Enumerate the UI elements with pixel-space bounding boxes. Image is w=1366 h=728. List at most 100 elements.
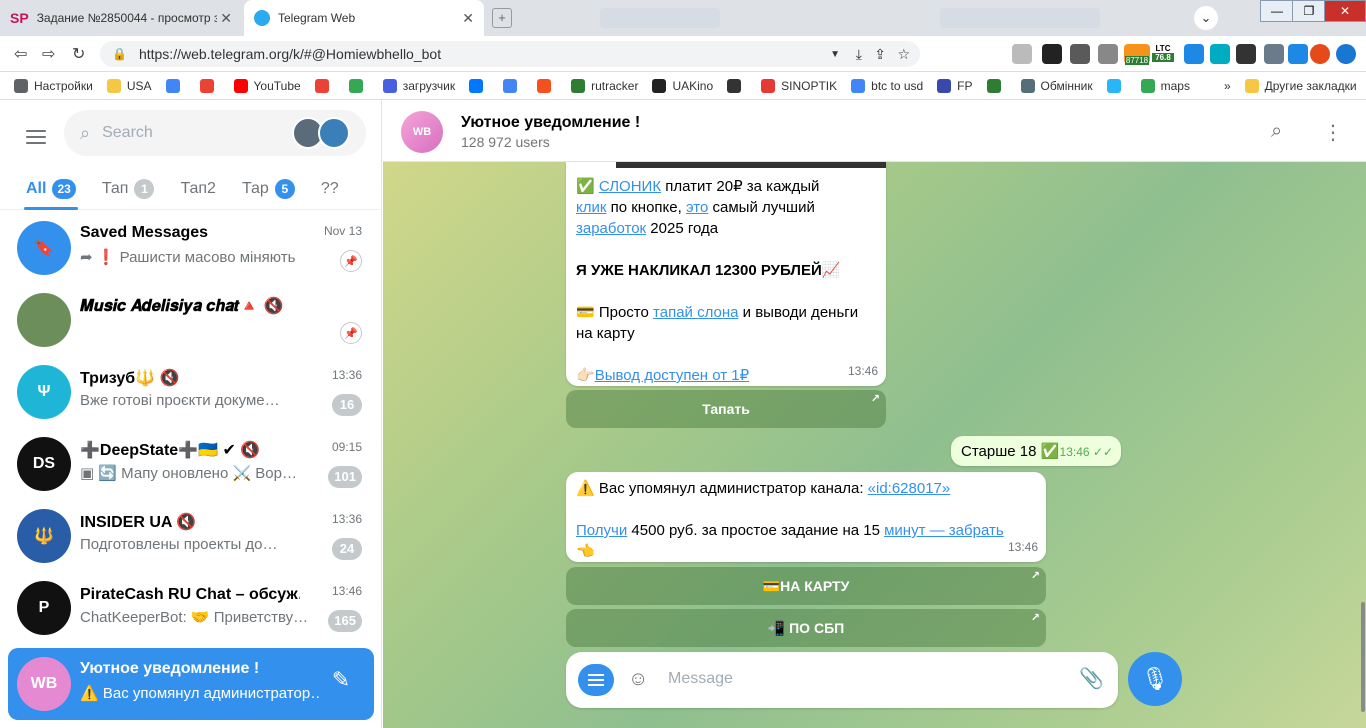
share-icon[interactable]: ⇪ [874, 46, 886, 63]
message-link[interactable]: СЛОНИК [599, 178, 661, 195]
search-input[interactable]: ⌕ Search [64, 110, 366, 156]
chat-avatar: Ψ [17, 365, 71, 419]
stories-avatars[interactable] [292, 117, 356, 149]
url-dropdown-icon[interactable]: ▼ [830, 49, 840, 60]
browser-tab-zadanie[interactable]: SP Задание №2850044 - просмотр з ✕ [0, 0, 242, 36]
folder-tab-tar[interactable]: Тар 5 [242, 168, 295, 210]
downloads-icon[interactable] [1288, 44, 1308, 64]
attach-paperclip-icon[interactable]: 📎 [1079, 666, 1104, 691]
bookmark-item[interactable]: Обмінник [1020, 78, 1093, 93]
chat-list-item[interactable]: 🔖 Saved Messages Nov 13 ➦ ❗ Рашисти масово … [8, 212, 374, 284]
message-link[interactable]: тапай слона [653, 304, 738, 321]
search-icon[interactable]: ⌕ [1271, 120, 1282, 143]
bookmark-item[interactable]: Другие закладки [1244, 78, 1357, 93]
bookmark-label: btc to usd [871, 78, 924, 93]
bookmark-item[interactable]: загрузчик [382, 78, 455, 93]
close-tab-icon[interactable]: ✕ [462, 10, 474, 27]
reload-icon[interactable]: ↻ [72, 44, 85, 64]
terminal-extension-icon[interactable] [1236, 44, 1256, 64]
profile-dropdown-icon[interactable]: ⌄ [1194, 6, 1218, 30]
bookmark-item[interactable]: UAKino [652, 78, 714, 93]
bookmark-item[interactable] [348, 78, 369, 93]
message-link[interactable]: «id:628017» [868, 480, 951, 497]
inline-button-tapat[interactable]: Тапать ↗ [566, 390, 886, 428]
chat-list-item[interactable]: P PirateCash RU Chat – обсуж… 🔇 13:46 ChatK… [8, 572, 374, 644]
btc-extension-icon[interactable]: 87718 [1124, 44, 1150, 65]
microphone-button[interactable]: 🎙 [1128, 652, 1182, 706]
bookmark-item[interactable]: SINOPTIK [761, 78, 837, 93]
chat-list-item[interactable]: 𝑴𝒖𝒔𝒊𝒄 𝑨𝒅𝒆𝒍𝒊𝒔𝒊𝒚𝒂 𝒄𝒉𝒂𝒕🔺 🔇 📌 [8, 284, 374, 356]
pl-extension-icon[interactable] [1042, 44, 1062, 64]
close-window-button[interactable]: ✕ [1324, 0, 1366, 22]
folder-tab-other[interactable]: ?? [321, 168, 339, 210]
folder-tab-all[interactable]: All 23 [24, 168, 78, 210]
bookmark-item[interactable]: USA [106, 78, 152, 93]
inline-button-card[interactable]: 💳НА КАРТУ ↗ [566, 567, 1046, 605]
v-extension-icon[interactable] [1210, 44, 1230, 64]
message-link[interactable]: Получи [576, 522, 627, 539]
chat-avatar[interactable]: WB [401, 111, 443, 153]
bookmark-item[interactable]: YouTube [233, 78, 301, 93]
chat-name: 𝑴𝒖𝒔𝒊𝒄 𝑨𝒅𝒆𝒍𝒊𝒔𝒊𝒚𝒂 𝒄𝒉𝒂𝒕🔺 🔇 [80, 298, 284, 315]
ltc-extension-icon[interactable]: LTC 76.8 [1152, 44, 1174, 64]
bookmark-item[interactable] [199, 78, 220, 93]
bookmark-item[interactable]: » [1204, 79, 1231, 93]
forward-arrow-icon[interactable]: ⇨ [42, 44, 55, 64]
star-icon[interactable]: ☆ [897, 46, 910, 63]
download-extension-icon[interactable] [1184, 44, 1204, 64]
bookmark-item[interactable]: rutracker [571, 78, 638, 93]
bookmark-item[interactable] [469, 78, 489, 93]
chat-list-item[interactable]: 🔱 INSIDER UA 🔇 13:36 Подготовлены проекты д… [8, 500, 374, 572]
back-arrow-icon[interactable]: ⇦ [14, 44, 27, 64]
message-link[interactable]: заработок [576, 220, 646, 237]
more-vertical-icon[interactable]: ⋮ [1323, 120, 1343, 145]
chat-list-item[interactable]: WB Уютное уведомление ! ⚠️ Вас упомянул ад… [8, 648, 374, 720]
chat-list-item[interactable]: DS ➕DeepState➕🇺🇦 ✔ 🔇 09:15 ▣ 🔄 Мапу оновлен… [8, 428, 374, 500]
bookmark-item[interactable] [165, 78, 186, 93]
message-link[interactable]: это [686, 199, 708, 216]
bookmark-item[interactable]: Настройки [14, 78, 93, 93]
message-link[interactable]: Вывод доступен от 1₽ [595, 367, 750, 384]
bookmark-item[interactable] [537, 78, 557, 93]
puzzle-extensions-icon[interactable] [1264, 44, 1284, 64]
folder-unread-badge: 5 [274, 178, 295, 199]
bookmark-item[interactable]: FP [937, 78, 973, 93]
bookmark-item[interactable] [1106, 78, 1127, 93]
message-link[interactable]: минут — забрать [884, 522, 1004, 539]
folder-tab-tap2[interactable]: Тап2 [180, 168, 216, 210]
bookmark-label: UAKino [672, 78, 714, 93]
chat-list-item[interactable]: Ψ Тризуб🔱 🔇 13:36 Вже готові проєкти докуме… [8, 356, 374, 428]
close-tab-icon[interactable]: ✕ [220, 10, 232, 27]
bot-message: ✅ СЛОНИК платит 20₽ за каждый клик по кн… [566, 162, 886, 386]
inline-button-sbp[interactable]: 📲 ПО СБП ↗ [566, 609, 1046, 647]
download-page-icon[interactable]: ⤓ [856, 46, 862, 63]
bookmark-favicon-icon [199, 78, 214, 93]
settings-globe-icon[interactable] [1336, 44, 1356, 64]
bookmark-item[interactable] [986, 78, 1007, 93]
emoji-icon[interactable]: ☺ [628, 668, 648, 691]
bookmark-item[interactable] [503, 78, 523, 93]
bookmark-item[interactable]: btc to usd [851, 78, 924, 93]
folder-tab-tap[interactable]: Тап 1 [102, 168, 155, 210]
new-tab-button[interactable]: + [492, 8, 512, 28]
message-link[interactable]: клик [576, 199, 606, 216]
cloud-extension-icon[interactable] [1012, 44, 1032, 64]
minimize-button[interactable]: — [1260, 0, 1294, 22]
url-field[interactable]: 🔒 https://web.telegram.org/k/#@Homiewbhe… [100, 41, 920, 67]
chat-preview: ▣ 🔄 Мапу оновлено ⚔️ Вор… [80, 465, 297, 482]
bot-menu-button[interactable] [578, 664, 614, 696]
new-message-pencil-icon[interactable]: ✎ [321, 660, 361, 700]
chat-scrollbar[interactable] [1360, 162, 1366, 728]
browser-tab-telegram[interactable]: Telegram Web ✕ [244, 0, 484, 36]
chat-header[interactable]: WB Уютное уведомление ! 128 972 users ⌕ … [383, 100, 1366, 162]
maximize-button[interactable]: ❐ [1292, 0, 1326, 22]
profile-avatar[interactable] [1310, 44, 1330, 64]
bookmark-item[interactable] [727, 78, 747, 93]
ublock-extension-icon[interactable] [1070, 44, 1090, 64]
bookmark-item[interactable]: maps [1140, 78, 1190, 93]
briefcase-extension-icon[interactable] [1098, 44, 1118, 64]
message-input[interactable]: Message [668, 670, 733, 688]
bookmark-item[interactable] [314, 78, 335, 93]
bookmark-favicon-icon [537, 78, 552, 93]
hamburger-menu-icon[interactable] [26, 126, 46, 148]
